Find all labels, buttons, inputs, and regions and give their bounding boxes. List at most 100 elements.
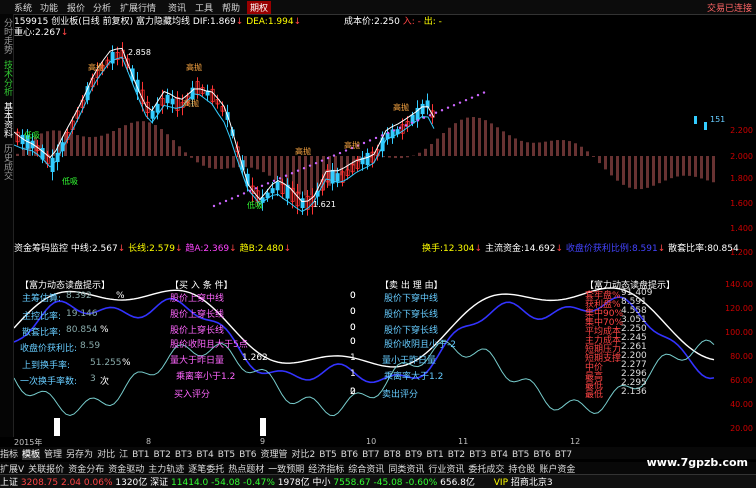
bottom-tab[interactable]: BT9 bbox=[405, 450, 422, 460]
bottom-tab[interactable]: BT5 bbox=[319, 450, 336, 460]
macd-bar bbox=[94, 137, 97, 156]
bottom-tab[interactable]: BT6 bbox=[239, 450, 256, 460]
menu-quote[interactable]: 报价 bbox=[67, 1, 85, 14]
candle-body bbox=[366, 153, 369, 164]
macd-bar bbox=[514, 138, 517, 156]
macd-bar bbox=[154, 125, 157, 156]
macd-bar bbox=[424, 149, 427, 156]
support-dot bbox=[441, 109, 443, 111]
axis-tick-label: 140.00 bbox=[725, 280, 753, 289]
axis-tick-label: 2.000 bbox=[730, 152, 753, 161]
menu-analysis[interactable]: 分析 bbox=[93, 1, 111, 14]
candle-body bbox=[704, 122, 707, 130]
bottom-tab[interactable]: BT4 bbox=[491, 450, 508, 460]
bottom-tab[interactable]: BT7 bbox=[555, 450, 572, 460]
menu-help[interactable]: 帮助 bbox=[222, 1, 240, 14]
long-value: 2.579 bbox=[149, 244, 175, 254]
support-dot bbox=[471, 96, 473, 98]
signal-high-sell: 高抛 bbox=[295, 146, 311, 157]
bottom-tab[interactable]: BT7 bbox=[362, 450, 379, 460]
menu-extended-quotes[interactable]: 扩展行情 bbox=[120, 1, 156, 14]
macd-bar bbox=[574, 143, 577, 156]
menu-news[interactable]: 资讯 bbox=[168, 1, 186, 14]
support-dot bbox=[405, 124, 407, 126]
low-price-label: 1.621 bbox=[313, 200, 336, 209]
bottom-tab[interactable]: 模板 bbox=[22, 450, 40, 460]
bottom-tab[interactable]: 对比2 bbox=[292, 450, 316, 460]
support-dot bbox=[213, 205, 215, 207]
macd-bar bbox=[562, 140, 565, 156]
sell-cond-label: 股价下穿中线 bbox=[384, 294, 438, 304]
menu-options[interactable]: 期权 bbox=[247, 1, 271, 14]
support-dot bbox=[321, 159, 323, 161]
turnover-label: 换手: bbox=[422, 244, 443, 254]
macd-bar bbox=[544, 142, 547, 156]
menu-bar: 系统 功能 报价 分析 扩展行情 资讯 工具 帮助 期权 交易已连接 bbox=[0, 0, 756, 15]
main-control-label: 主控比率: bbox=[22, 312, 61, 322]
bottom-tab[interactable]: BT2 bbox=[448, 450, 465, 460]
cost-label: 成本价: bbox=[344, 17, 374, 27]
support-dot bbox=[459, 101, 461, 103]
bottom-tab[interactable]: BT4 bbox=[196, 450, 213, 460]
main-chip-label: 主筹估算: bbox=[22, 294, 61, 304]
bottom-tab[interactable]: 资理管 bbox=[261, 450, 288, 460]
macd-bar bbox=[148, 122, 151, 156]
in-dash: - bbox=[415, 17, 424, 27]
buy-cond-label: 量大于昨日量 bbox=[170, 356, 224, 366]
bottom-tab[interactable]: 管理 bbox=[44, 450, 62, 460]
bottom-tab[interactable]: BT1 bbox=[132, 450, 149, 460]
bottom-tab[interactable]: BT5 bbox=[512, 450, 529, 460]
bottom-tab[interactable]: BT6 bbox=[533, 450, 550, 460]
bottom-tab[interactable]: BT1 bbox=[426, 450, 443, 460]
bottom-tab[interactable]: BT3 bbox=[175, 450, 192, 460]
support-dot bbox=[327, 157, 329, 159]
sell-reasons-panel: 【卖 出 理 由】 股价下穿中线0 股价下穿长线0 股价下穿长线0 股价收阴且小… bbox=[380, 278, 560, 408]
tab-intraday[interactable]: 分时走势 bbox=[1, 18, 12, 54]
macd-bar bbox=[304, 156, 307, 196]
macd-bar bbox=[682, 156, 685, 176]
trend-b-value: 2.480 bbox=[258, 244, 284, 254]
macd-bar bbox=[100, 136, 103, 156]
menu-system[interactable]: 系统 bbox=[14, 1, 32, 14]
candle-body bbox=[276, 182, 279, 190]
axis-tick-label: 100.00 bbox=[725, 328, 753, 337]
panel-title: 【买 入 条 件】 bbox=[170, 278, 233, 291]
indicator-tab-strip: 指标模板管理另存为对比江BT1BT2BT3BT4BT5BT6资理管对比2BT5B… bbox=[0, 447, 756, 459]
macd-bar bbox=[172, 140, 175, 156]
bottom-tab[interactable]: BT5 bbox=[218, 450, 235, 460]
bottom-tab[interactable]: BT8 bbox=[384, 450, 401, 460]
sell-score-label: 卖出评分 bbox=[382, 390, 418, 400]
tab-technical[interactable]: 技术分析 bbox=[1, 60, 12, 96]
index-status-bar: 上证 3208.75 2.04 0.06% 1320亿 深证 11414.0 -… bbox=[0, 474, 756, 488]
macd-bar bbox=[502, 131, 505, 156]
turnover-count-label: 一次换手率数: bbox=[20, 377, 77, 387]
bottom-tab[interactable]: BT6 bbox=[341, 450, 358, 460]
dea-value: 1.994 bbox=[268, 17, 294, 27]
lock-ratio-value: 80.854 bbox=[66, 325, 98, 335]
lock-ratio-value: 80.854 bbox=[707, 244, 739, 254]
bottom-tab[interactable]: BT2 bbox=[154, 450, 171, 460]
macd-bar bbox=[130, 123, 133, 156]
support-dot bbox=[411, 122, 413, 124]
chart-info-line: 159915 创业板(日线 前复权) 富力隐藏均线 DIF:1.869↓ DEA… bbox=[14, 14, 442, 27]
support-dot bbox=[249, 190, 251, 192]
tab-history[interactable]: 历史成交 bbox=[1, 144, 12, 180]
bottom-tab[interactable]: 江 bbox=[119, 450, 128, 460]
date-axis: 2015年 8 9 10 11 12 bbox=[14, 437, 728, 447]
fund-monitor-bar: 资金筹码监控 中线:2.567↓ 长线:2.579↓ 趋A:2.369↓ 趋B:… bbox=[14, 241, 728, 255]
price-chart[interactable] bbox=[14, 36, 728, 240]
macd-bar bbox=[670, 156, 673, 178]
support-dot bbox=[435, 112, 437, 114]
ma-line-cyan bbox=[14, 57, 434, 211]
bottom-tab[interactable]: 另存为 bbox=[66, 450, 93, 460]
candle-body bbox=[694, 116, 697, 124]
bottom-tab[interactable]: BT3 bbox=[469, 450, 486, 460]
menu-tools[interactable]: 工具 bbox=[195, 1, 213, 14]
bottom-tab[interactable]: 指标 bbox=[0, 450, 18, 460]
bottom-tab[interactable]: 对比 bbox=[97, 450, 115, 460]
panel-title: 【卖 出 理 由】 bbox=[380, 278, 443, 291]
macd-bar bbox=[490, 123, 493, 156]
tab-fundamental[interactable]: 基本资料 bbox=[1, 102, 12, 138]
unit: % bbox=[100, 325, 109, 335]
menu-function[interactable]: 功能 bbox=[40, 1, 58, 14]
